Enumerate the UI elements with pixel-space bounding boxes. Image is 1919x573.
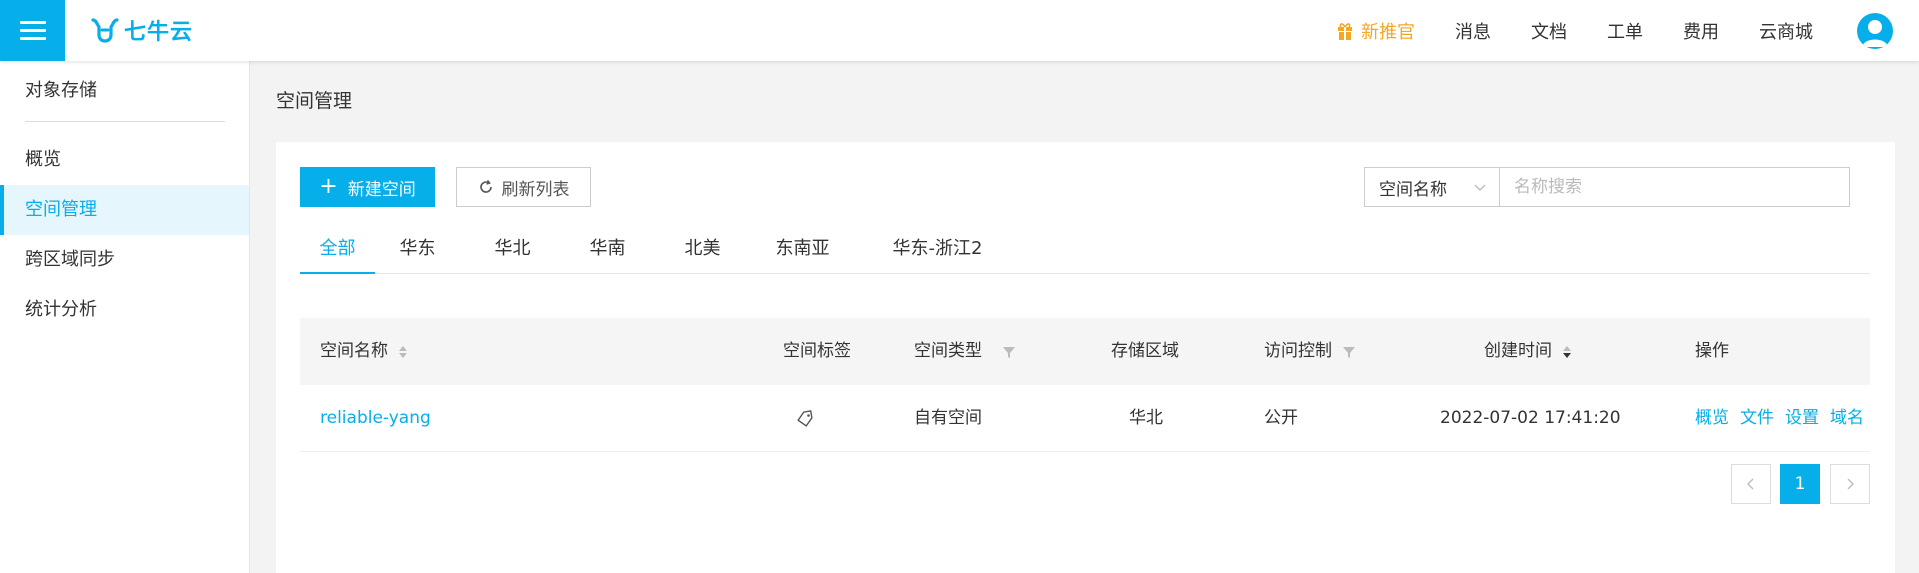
page-number-button[interactable]: 1 (1780, 464, 1820, 504)
qiniu-logo-icon (91, 18, 119, 43)
nav-promo[interactable]: 新推官 (1337, 18, 1415, 44)
action-overview-link[interactable]: 概览 (1695, 385, 1729, 452)
column-bucket-name-label: 空间名称 (320, 341, 388, 361)
avatar[interactable] (1857, 12, 1893, 49)
column-bucket-tag: 空间标签 (783, 341, 851, 361)
column-bucket-type-label: 空间类型 (914, 341, 982, 361)
row-actions: 概览 文件 设置 域名 (1695, 385, 1875, 452)
column-created-time[interactable]: 创建时间 (1484, 318, 1572, 385)
nav-billing[interactable]: 费用 (1683, 18, 1719, 44)
filter-icon[interactable] (1342, 345, 1356, 359)
column-access-control[interactable]: 访问控制 (1264, 318, 1356, 385)
bucket-card: + 新建空间 刷新列表 空间名称 全部 华东 华北 华南 北美 东南亚 华东-浙… (276, 142, 1895, 573)
column-access-control-label: 访问控制 (1264, 341, 1332, 361)
bucket-type: 自有空间 (914, 408, 982, 428)
sidebar-item-cross-region-sync[interactable]: 跨区域同步 (0, 235, 249, 285)
column-storage-region: 存储区域 (1111, 341, 1179, 361)
refresh-list-label: 刷新列表 (501, 179, 570, 200)
sidebar: 对象存储 概览 空间管理 跨区域同步 统计分析 (0, 61, 250, 573)
nav-promo-label: 新推官 (1361, 21, 1415, 43)
tab-all[interactable]: 全部 (300, 224, 375, 274)
sidebar-item-bucket-management[interactable]: 空间管理 (0, 185, 249, 235)
gift-icon (1338, 22, 1352, 40)
action-files-link[interactable]: 文件 (1740, 385, 1774, 452)
nav-marketplace[interactable]: 云商城 (1759, 18, 1813, 44)
column-created-time-label: 创建时间 (1484, 341, 1552, 361)
logo-text: 七牛云 (124, 20, 194, 45)
search-field-value: 空间名称 (1379, 179, 1447, 200)
tab-north-china[interactable]: 华北 (490, 224, 535, 274)
new-bucket-label: 新建空间 (347, 179, 416, 200)
refresh-list-button[interactable]: 刷新列表 (456, 167, 591, 207)
sidebar-item-statistics[interactable]: 统计分析 (0, 285, 249, 335)
sort-desc-icon[interactable] (1562, 344, 1572, 360)
created-time: 2022-07-02 17:41:20 (1440, 408, 1621, 428)
search-field-select[interactable]: 空间名称 (1364, 167, 1500, 207)
prev-page-button[interactable] (1731, 464, 1771, 504)
nav-messages[interactable]: 消息 (1455, 18, 1491, 44)
tab-north-america[interactable]: 北美 (680, 224, 725, 274)
sidebar-title: 对象存储 (25, 80, 97, 101)
chevron-left-icon (1747, 478, 1754, 490)
page-title: 空间管理 (276, 90, 353, 112)
tab-east-china[interactable]: 华东 (395, 224, 440, 274)
access-control: 公开 (1264, 408, 1298, 428)
column-actions: 操作 (1695, 341, 1729, 361)
column-bucket-name[interactable]: 空间名称 (320, 318, 408, 385)
column-bucket-type[interactable]: 空间类型 (914, 318, 1016, 385)
filter-icon[interactable] (1002, 345, 1016, 359)
table-row: reliable-yang 自有空间 华北 公开 2022-07-02 17:4… (300, 385, 1870, 452)
sidebar-item-overview[interactable]: 概览 (0, 135, 249, 185)
action-settings-link[interactable]: 设置 (1785, 385, 1819, 452)
tab-east-china-zhejiang2[interactable]: 华东-浙江2 (875, 224, 1000, 274)
logo[interactable]: 七牛云 (90, 14, 193, 46)
refresh-icon (479, 180, 492, 193)
table-header: 空间名称 空间标签 空间类型 存储区域 访问控制 创建时间 操作 (300, 318, 1870, 385)
plus-icon: + (319, 174, 338, 199)
search-input[interactable] (1500, 167, 1850, 207)
chevron-down-icon (1474, 184, 1486, 191)
tab-south-china[interactable]: 华南 (585, 224, 630, 274)
top-bar: 七牛云 新推官 消息 文档 工单 费用 云商城 (0, 0, 1919, 61)
region-tabs: 全部 华东 华北 华南 北美 东南亚 华东-浙江2 (300, 224, 1870, 274)
new-bucket-button[interactable]: + 新建空间 (300, 167, 435, 207)
chevron-right-icon (1847, 478, 1854, 490)
tab-southeast-asia[interactable]: 东南亚 (770, 224, 835, 274)
sort-icon[interactable] (398, 344, 408, 360)
action-domain-link[interactable]: 域名 (1830, 385, 1864, 452)
nav-tickets[interactable]: 工单 (1607, 18, 1643, 44)
tag-icon[interactable] (796, 385, 814, 452)
top-nav: 新推官 消息 文档 工单 费用 云商城 (1337, 0, 1919, 61)
menu-button[interactable] (0, 0, 65, 61)
hamburger-icon (19, 20, 46, 41)
user-icon (1862, 19, 1888, 47)
next-page-button[interactable] (1830, 464, 1870, 504)
nav-docs[interactable]: 文档 (1531, 18, 1567, 44)
storage-region: 华北 (1129, 408, 1163, 428)
bucket-name-link[interactable]: reliable-yang (320, 385, 431, 452)
